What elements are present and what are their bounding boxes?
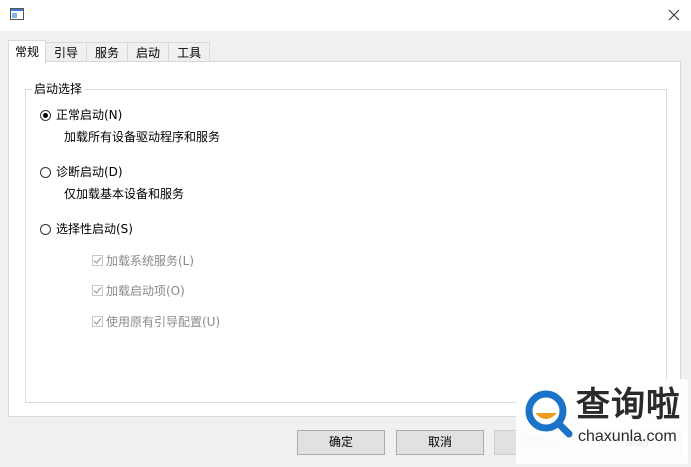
checkbox-load-system-services[interactable]: 加载系统服务(L) <box>92 252 194 269</box>
checkbox[interactable] <box>92 255 103 266</box>
checkmark-icon <box>93 257 102 264</box>
radio-normal-startup[interactable]: 正常启动(N) <box>40 107 122 123</box>
radio-diagnostic-startup[interactable]: 诊断启动(D) <box>40 164 123 180</box>
checkbox-load-startup-items[interactable]: 加载启动项(O) <box>92 282 185 299</box>
group-title: 启动选择 <box>32 81 85 97</box>
radio-button[interactable] <box>40 109 51 121</box>
msconfig-icon <box>10 8 24 20</box>
title-bar <box>0 0 691 31</box>
cancel-button[interactable]: 取消 <box>396 430 484 455</box>
radio-label: 诊断启动(D) <box>56 165 123 179</box>
general-tab-panel: 启动选择 正常启动(N) 加载所有设备驱动程序和服务 诊断启动(D) 仅加载基本… <box>8 61 681 417</box>
radio-button[interactable] <box>40 223 51 235</box>
close-button[interactable] <box>663 4 685 26</box>
close-icon <box>668 9 680 21</box>
radio-selective-startup[interactable]: 选择性启动(S) <box>40 221 133 237</box>
watermark-url: chaxunla.com <box>578 428 677 445</box>
option-description: 加载所有设备驱动程序和服务 <box>64 130 221 144</box>
tab-boot[interactable]: 引导 <box>46 42 88 63</box>
checkbox[interactable] <box>92 316 103 327</box>
tab-startup[interactable]: 启动 <box>128 42 170 63</box>
radio-label: 选择性启动(S) <box>56 222 133 236</box>
radio-button[interactable] <box>40 166 51 178</box>
tab-bar: 常规 引导 服务 启动 工具 <box>8 40 211 64</box>
checkmark-icon <box>93 287 102 294</box>
watermark: 查询啦 chaxunla.com <box>516 379 688 464</box>
tab-tools[interactable]: 工具 <box>169 42 211 63</box>
startup-selection-group: 启动选择 正常启动(N) 加载所有设备驱动程序和服务 诊断启动(D) 仅加载基本… <box>25 81 667 403</box>
checkbox[interactable] <box>92 285 103 296</box>
checkbox-label: 加载启动项(O) <box>106 284 185 298</box>
tab-general[interactable]: 常规 <box>8 40 47 64</box>
option-description: 仅加载基本设备和服务 <box>64 187 185 201</box>
tab-services[interactable]: 服务 <box>87 42 129 63</box>
checkbox-label: 使用原有引导配置(U) <box>106 315 221 329</box>
watermark-title: 查询啦 <box>576 385 681 425</box>
checkmark-icon <box>93 318 102 325</box>
chaxunla-logo-icon <box>525 390 573 438</box>
checkbox-label: 加载系统服务(L) <box>106 254 195 268</box>
radio-label: 正常启动(N) <box>56 108 123 122</box>
checkbox-use-original-boot-config[interactable]: 使用原有引导配置(U) <box>92 313 220 330</box>
ok-button[interactable]: 确定 <box>297 430 385 455</box>
